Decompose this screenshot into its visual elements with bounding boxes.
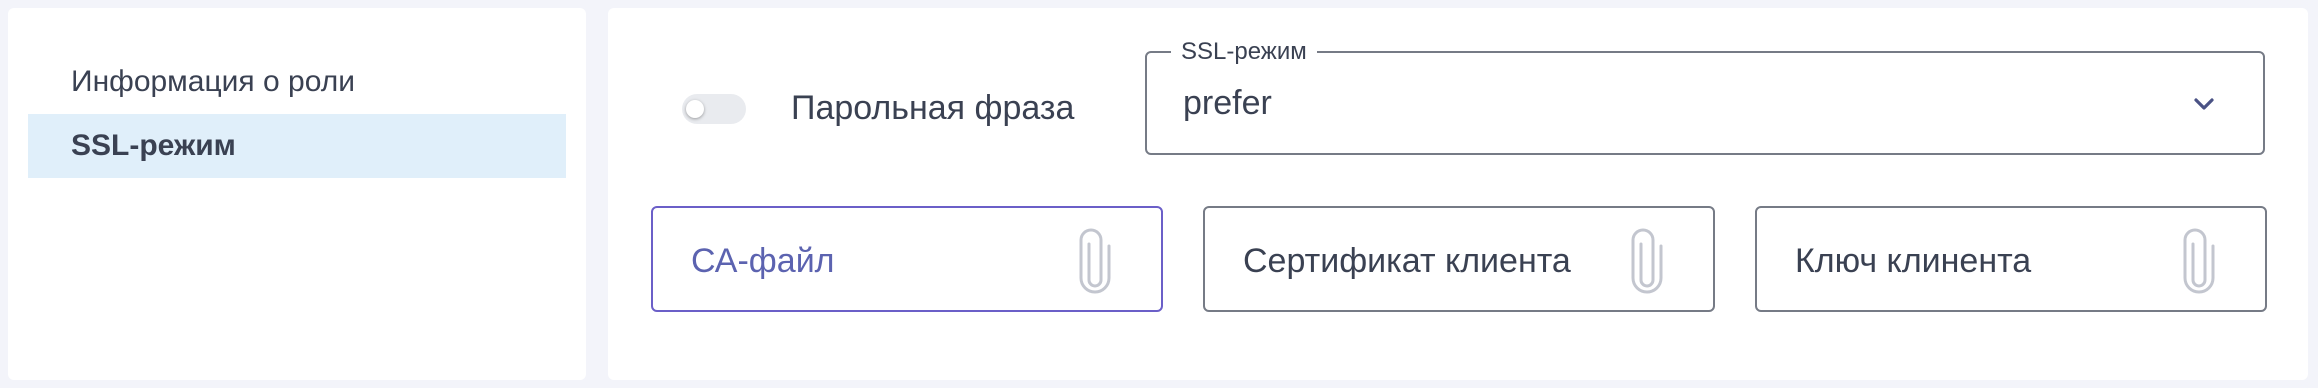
sidebar: Информация о роли SSL-режим: [8, 8, 586, 380]
sidebar-item-role-info[interactable]: Информация о роли: [28, 50, 566, 114]
ca-file-label: СА-файл: [691, 242, 835, 280]
ca-file-field[interactable]: СА-файл: [651, 206, 1163, 312]
ssl-mode-legend: SSL-режим: [1171, 37, 1317, 67]
client-key-field[interactable]: Ключ клинента: [1755, 206, 2267, 312]
sidebar-item-label: SSL-режим: [71, 129, 236, 162]
passphrase-toggle[interactable]: [682, 94, 746, 124]
ssl-mode-select[interactable]: SSL-режим prefer: [1145, 37, 2265, 155]
ssl-mode-value: prefer: [1183, 84, 1272, 122]
client-certificate-field[interactable]: Сертификат клиента: [1203, 206, 1715, 312]
paperclip-icon: [2183, 228, 2215, 294]
paperclip-icon: [1631, 228, 1663, 294]
chevron-down-icon: [2194, 98, 2214, 110]
sidebar-item-ssl-mode[interactable]: SSL-режим: [28, 114, 566, 178]
paperclip-icon: [1079, 228, 1111, 294]
toggle-thumb: [686, 100, 704, 118]
client-certificate-label: Сертификат клиента: [1243, 242, 1571, 280]
passphrase-label: Парольная фраза: [791, 89, 1075, 127]
main-panel: Парольная фраза SSL-режим prefer СА-файл…: [608, 8, 2308, 380]
sidebar-item-label: Информация о роли: [71, 65, 356, 98]
client-key-label: Ключ клинента: [1795, 242, 2032, 280]
